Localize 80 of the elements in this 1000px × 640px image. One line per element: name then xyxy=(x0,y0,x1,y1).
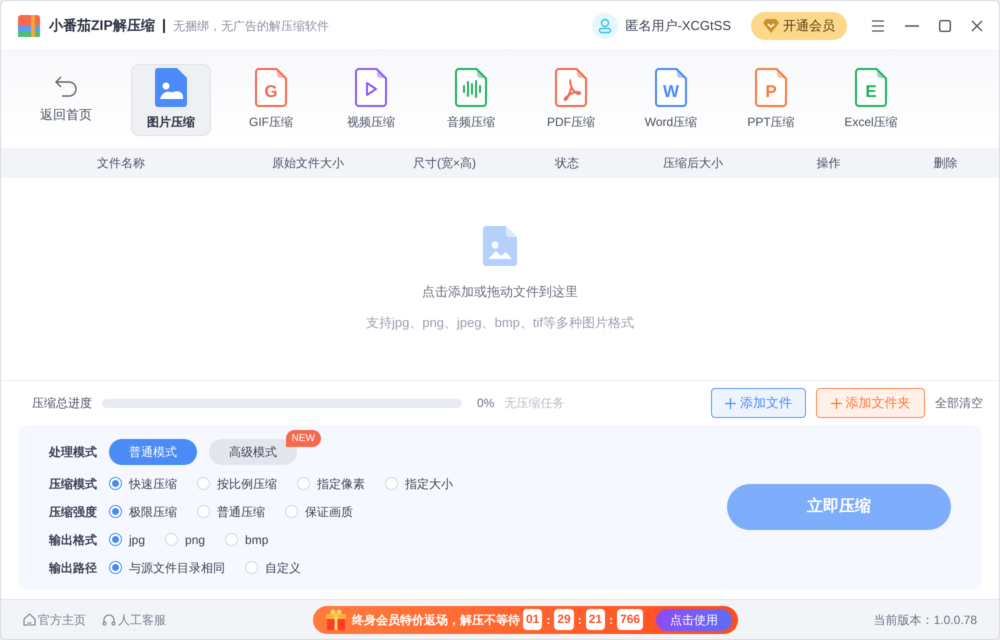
tool-tab[interactable]: G GIF压缩 xyxy=(231,64,311,136)
radio-label[interactable]: bmp xyxy=(245,530,268,548)
tool-tab[interactable]: W Word压缩 xyxy=(631,64,711,136)
footer-link[interactable]: 人工客服 xyxy=(102,610,166,628)
promo-text: 终身会员特价返场，解压不等待 xyxy=(352,612,520,628)
gift-icon xyxy=(325,608,347,630)
clear-all-link[interactable]: 全部清空 xyxy=(935,394,983,412)
radio-button[interactable] xyxy=(109,561,122,574)
setting-label: 压缩强度 xyxy=(49,504,98,520)
tool-tab[interactable]: P PPT压缩 xyxy=(731,64,811,136)
column-header: 操作 xyxy=(816,155,840,172)
new-badge: NEW xyxy=(286,430,321,447)
app-title: 小番茄ZIP解压缩 xyxy=(49,16,155,35)
radio-button[interactable] xyxy=(109,477,122,490)
radio-label[interactable]: 普通压缩 xyxy=(217,502,265,520)
app-slogan: 无捆绑，无广告的解压缩软件 xyxy=(172,18,329,34)
column-header: 尺寸(宽×高) xyxy=(412,155,476,172)
tool-tab[interactable]: E Excel压缩 xyxy=(831,64,911,136)
column-header: 文件名称 xyxy=(96,155,145,172)
progress-percent: 0% xyxy=(477,395,494,412)
promo-banner[interactable]: 终身会员特价返场，解压不等待 01 : 29 : 21 : 766 点击使用 xyxy=(313,606,738,634)
column-header: 压缩后大小 xyxy=(662,155,723,172)
progress-label: 压缩总进度 xyxy=(32,395,92,412)
radio-label[interactable]: 快速压缩 xyxy=(129,474,177,492)
user-avatar-icon[interactable] xyxy=(592,12,618,38)
column-header: 删除 xyxy=(933,155,958,172)
footer-link[interactable]: 官方主页 xyxy=(23,610,86,628)
headset-icon xyxy=(102,613,116,626)
column-header: 原始文件大小 xyxy=(272,155,344,172)
version-label: 当前版本：1.0.0.78 xyxy=(874,612,977,628)
file-icon: E xyxy=(855,68,887,107)
tool-tab[interactable]: 图片压缩 xyxy=(131,64,211,136)
file-icon: P xyxy=(755,68,787,107)
vip-button[interactable]: 开通会员 xyxy=(751,12,847,40)
diamond-icon xyxy=(763,18,779,32)
plus-icon xyxy=(725,398,736,408)
use-now-button[interactable]: 点击使用 xyxy=(656,608,732,630)
back-arrow-icon xyxy=(54,74,78,97)
radio-label[interactable]: png xyxy=(185,530,206,548)
dropzone-title: 点击添加或拖动文件到这里 xyxy=(422,282,578,300)
title-separator xyxy=(162,18,165,32)
setting-label: 输出格式 xyxy=(49,532,98,548)
radio-label[interactable]: 自定义 xyxy=(265,558,301,576)
tool-tab[interactable]: PDF压缩 xyxy=(531,64,611,136)
file-icon: W xyxy=(655,68,687,107)
countdown-digit: 21 xyxy=(586,609,606,630)
countdown-colon: : xyxy=(545,612,552,628)
setting-label: 输出路径 xyxy=(49,560,98,576)
radio-label[interactable]: 指定大小 xyxy=(405,474,453,492)
countdown-colon: : xyxy=(576,612,583,628)
radio-label[interactable]: 极限压缩 xyxy=(129,502,177,520)
radio-label[interactable]: 保证画质 xyxy=(305,502,353,520)
tool-tab[interactable]: 音频压缩 xyxy=(431,64,511,136)
back-home-button[interactable]: 返回首页 xyxy=(21,64,111,136)
menu-icon[interactable] xyxy=(871,20,885,32)
dropzone-hint: 支持jpg、png、jpeg、bmp、tif等多种图片格式 xyxy=(366,314,634,332)
radio-label[interactable]: 指定像素 xyxy=(317,474,365,492)
radio-label[interactable]: 与源文件目录相同 xyxy=(129,558,225,576)
image-file-icon[interactable] xyxy=(483,226,517,266)
minimize-icon[interactable] xyxy=(905,24,919,26)
radio-label[interactable]: jpg xyxy=(129,530,146,548)
app-logo-icon xyxy=(17,14,41,38)
setting-label: 处理模式 xyxy=(49,444,98,461)
radio-button[interactable] xyxy=(109,505,122,518)
maximize-icon[interactable] xyxy=(939,20,951,32)
plus-icon xyxy=(830,398,842,408)
countdown-colon: : xyxy=(608,612,614,628)
countdown-digit: 01 xyxy=(523,609,542,630)
tool-tab[interactable]: 视频压缩 xyxy=(331,64,411,136)
countdown-digit: 766 xyxy=(617,609,644,630)
progress-status: 无压缩任务 xyxy=(504,395,564,412)
home-icon xyxy=(23,613,36,626)
file-icon: G xyxy=(255,68,287,107)
countdown-digit: 29 xyxy=(554,609,574,630)
user-name[interactable]: 匿名用户-XCGtSS xyxy=(626,16,731,36)
column-header: 状态 xyxy=(555,155,580,172)
setting-label: 压缩模式 xyxy=(49,476,98,492)
radio-button[interactable] xyxy=(109,533,122,546)
close-icon[interactable] xyxy=(971,20,983,32)
radio-label[interactable]: 按比例压缩 xyxy=(217,474,277,492)
